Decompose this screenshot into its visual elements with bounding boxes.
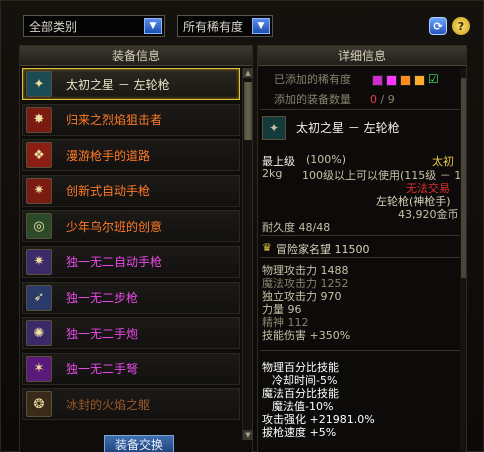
rarity-filter-unique[interactable] [386,74,397,86]
added-count-label: 添加的装备数量 [274,93,351,106]
list-item-label: 少年乌尔班的创意 [66,219,163,234]
help-icon[interactable]: ? [452,17,470,35]
list-item-label: 独一无二步枪 [66,291,139,306]
detail-panel: 详细信息 已添加的稀有度 ☑ 添加的装备数量 0 / 9 ✦ 太初之星 － 左轮… [257,45,467,452]
panel-title: 装备信息 [20,46,252,66]
exchange-button[interactable]: 装备交换 [104,435,174,452]
fame-icon: ♛ [262,241,272,254]
category-dropdown[interactable]: 全部类别 ▼ [23,15,165,37]
item-grade-percent: (100%) [306,153,347,166]
equipment-list-panel: 装备信息 ✦ 太初之星 － 左轮枪 ✸ 归来之烈焰狙击者 ❖ 漫游枪手的道路 ✷ 创新式自动手… [19,45,253,452]
item-fame: 冒险家名望 11500 [276,243,370,256]
armor-icon: ❂ [26,391,52,418]
equipment-window: 全部类别 ▼ 所有稀有度 ▼ ⟳ ? 装备信息 ✦ 太初之星 － 左轮枪 ✸ 归来之烈… [0,0,484,452]
pistol-icon: ✦ [262,116,286,140]
rifle-icon: ➶ [26,284,52,311]
rarity-dropdown-value: 所有稀有度 [183,19,244,34]
check-icon[interactable]: ☑ [428,73,440,86]
boots-icon: ❖ [26,142,52,169]
scroll-thumb[interactable] [244,82,252,140]
added-rarity-row: 已添加的稀有度 ☑ [274,71,440,87]
list-scrollbar[interactable]: ▲ ▼ [242,68,253,440]
added-count-max: 9 [387,93,395,106]
item-weight: 2kg [262,167,283,180]
list-item[interactable]: ✷ 创新式自动手枪 [22,174,240,207]
rarity-filter-epic[interactable] [372,74,383,86]
list-item[interactable]: ✶ 独一无二手弩 [22,352,240,385]
scroll-thumb[interactable] [461,78,466,278]
equipment-list: ✦ 太初之星 － 左轮枪 ✸ 归来之烈焰狙击者 ❖ 漫游枪手的道路 ✷ 创新式自动手枪 ◎ 少年乌… [22,68,240,424]
list-item-label: 冰封的火焰之躯 [66,397,151,412]
item-name: 太初之星 － 左轮枪 [296,121,400,135]
chevron-down-icon[interactable]: ▼ [252,18,270,34]
divider [260,109,460,110]
divider [260,350,460,351]
list-item[interactable]: ✦ 太初之星 － 左轮枪 [22,68,240,100]
category-dropdown-value: 全部类别 [29,19,78,34]
rarity-filter-legendary[interactable] [400,74,411,86]
cannon-icon: ✺ [26,320,52,347]
pistol-icon: ✦ [26,71,52,97]
list-item[interactable]: ◎ 少年乌尔班的创意 [22,210,240,243]
list-item-label: 漫游枪手的道路 [66,148,151,163]
item-durability: 耐久度 48/48 [262,221,331,234]
list-item[interactable]: ✺ 独一无二手炮 [22,317,240,350]
list-item-label: 创新式自动手枪 [66,184,151,199]
scroll-up-icon[interactable]: ▲ [243,68,253,78]
detail-scrollbar[interactable] [460,68,466,452]
divider [260,235,460,236]
list-item-label: 太初之星 － 左轮枪 [66,77,170,92]
stat-line: 技能伤害 +350% [262,329,351,342]
list-item-label: 独一无二手炮 [66,326,139,341]
rarity-filter-mythic[interactable] [414,74,425,86]
list-item[interactable]: ✷ 独一无二自动手枪 [22,245,240,278]
item-price: 43,920金币 [398,208,459,221]
crossbow-icon: ✶ [26,355,52,382]
added-count-row: 添加的装备数量 0 / 9 [274,91,395,107]
autogun-icon: ✷ [26,177,52,204]
effect-line: 拔枪速度 +5% [262,426,337,439]
scroll-down-icon[interactable]: ▼ [243,430,253,440]
list-item[interactable]: ❖ 漫游枪手的道路 [22,139,240,172]
rarity-dropdown[interactable]: 所有稀有度 ▼ [177,15,273,37]
added-count-current: 0 [370,93,377,106]
list-item-label: 归来之烈焰狙击者 [66,113,163,128]
list-item[interactable]: ❂ 冰封的火焰之躯 [22,388,240,421]
chevron-down-icon[interactable]: ▼ [144,18,162,34]
list-item-label: 独一无二手弩 [66,362,139,377]
divider [260,257,460,258]
panel-title: 详细信息 [258,46,466,66]
list-item-label: 独一无二自动手枪 [66,255,163,270]
added-count-separator: / [380,93,385,106]
refresh-icon[interactable]: ⟳ [429,17,447,35]
sniper-icon: ✸ [26,106,52,133]
autogun-icon: ✷ [26,248,52,275]
list-item[interactable]: ➶ 独一无二步枪 [22,281,240,314]
added-rarity-label: 已添加的稀有度 [274,73,351,86]
wheel-icon: ◎ [26,213,52,240]
list-item[interactable]: ✸ 归来之烈焰狙击者 [22,103,240,136]
